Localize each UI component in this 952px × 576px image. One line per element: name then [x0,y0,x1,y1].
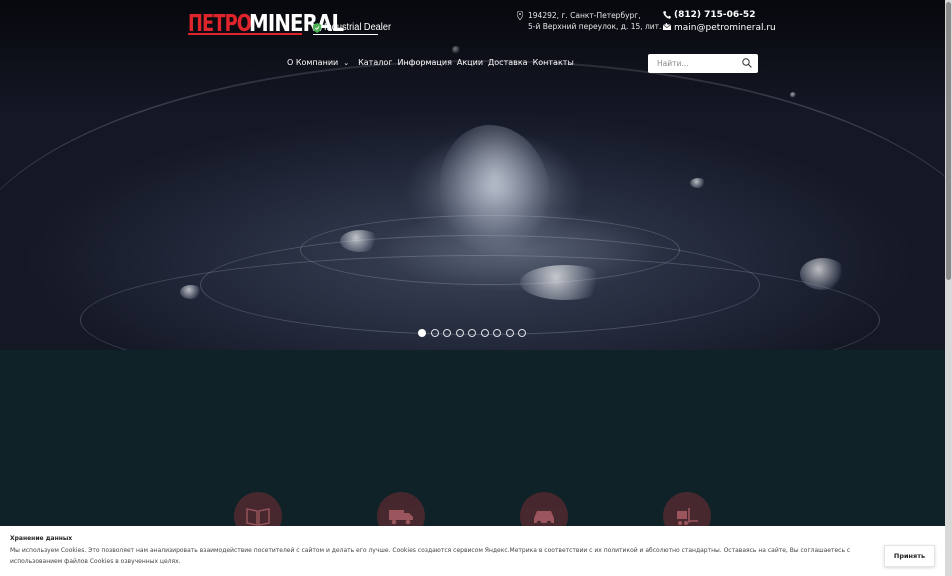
nav-item-label: О Компании [287,58,339,67]
nav-item-about[interactable]: О Компании ⌄ [287,58,353,67]
slider-dot-1[interactable] [418,329,426,337]
slider-dot-7[interactable] [493,329,501,337]
nav-item-info[interactable]: Информация [397,58,451,67]
cookie-accept-button[interactable]: Принять [884,545,935,567]
search-box [648,54,758,73]
cookie-consent-bar: Хранение данных Мы используем Cookies. Э… [0,526,945,576]
industrial-dealer-badge: Industrial Dealer [313,22,391,33]
page-scrollbar[interactable] [945,0,952,576]
nav-item-delivery[interactable]: Доставка [488,58,528,67]
truck-icon [389,510,413,525]
phone-number[interactable]: (812) 715-06-52 [674,10,755,20]
water-drop [690,178,706,188]
forklift-icon [677,508,698,525]
water-drop [800,258,846,290]
chevron-down-icon: ⌄ [343,58,350,67]
nav-item-label: Контакты [532,58,574,67]
address-line-2: 5-й Верхний переулок, д. 15, лит. А [528,22,669,31]
email-address[interactable]: main@petromineral.ru [674,23,776,33]
nav-item-label: Доставка [488,58,528,67]
slider-dot-4[interactable] [455,329,464,337]
shield-icon [313,22,322,33]
book-icon [246,508,270,526]
address-line-1: 194292, г. Санкт-Петербург, [528,11,641,20]
search-icon[interactable] [742,58,752,68]
nav-item-catalog[interactable]: Каталог [358,58,392,67]
cookie-text: Мы используем Cookies. Это позволяет нам… [10,547,851,565]
page: ПЕТРО MINERAL Industrial Dealer 194292, … [0,0,945,576]
nav-item-contacts[interactable]: Контакты [533,58,574,67]
logo-underline [188,33,302,35]
cookie-title: Хранение данных [10,535,73,542]
water-drop [340,230,380,252]
slider-dot-2[interactable] [430,329,439,337]
envelope-icon [663,24,671,30]
company-address: 194292, г. Санкт-Петербург, 5-й Верхний … [517,10,669,32]
slider-dot-3[interactable] [443,329,451,337]
slider-dot-5[interactable] [468,329,476,337]
slider-dot-9[interactable] [518,329,526,337]
header-shade [0,0,945,110]
phone-icon [663,11,671,19]
phone-row[interactable]: (812) 715-06-52 [663,9,776,21]
slider-pagination [418,329,526,337]
main-navigation: О Компании ⌄ Каталог Информация Акции До… [287,58,574,67]
dealer-label: Industrial Dealer [324,22,392,33]
nav-item-label: Каталог [358,58,393,67]
email-row[interactable]: main@petromineral.ru [663,21,776,33]
scrollbar-thumb[interactable] [946,2,951,280]
slider-dot-6[interactable] [480,329,489,337]
nav-item-promotions[interactable]: Акции [457,58,483,67]
water-drop [180,285,202,299]
car-icon [534,511,554,526]
search-input[interactable] [657,59,741,68]
location-pin-icon [517,11,523,20]
contact-info: (812) 715-06-52 main@petromineral.ru [663,9,776,33]
dealer-underline [313,34,378,35]
hero-slider [0,0,945,350]
nav-item-label: Акции [456,58,484,67]
slider-dot-8[interactable] [505,329,514,337]
nav-item-label: Информация [397,58,452,67]
water-drop [520,265,610,300]
